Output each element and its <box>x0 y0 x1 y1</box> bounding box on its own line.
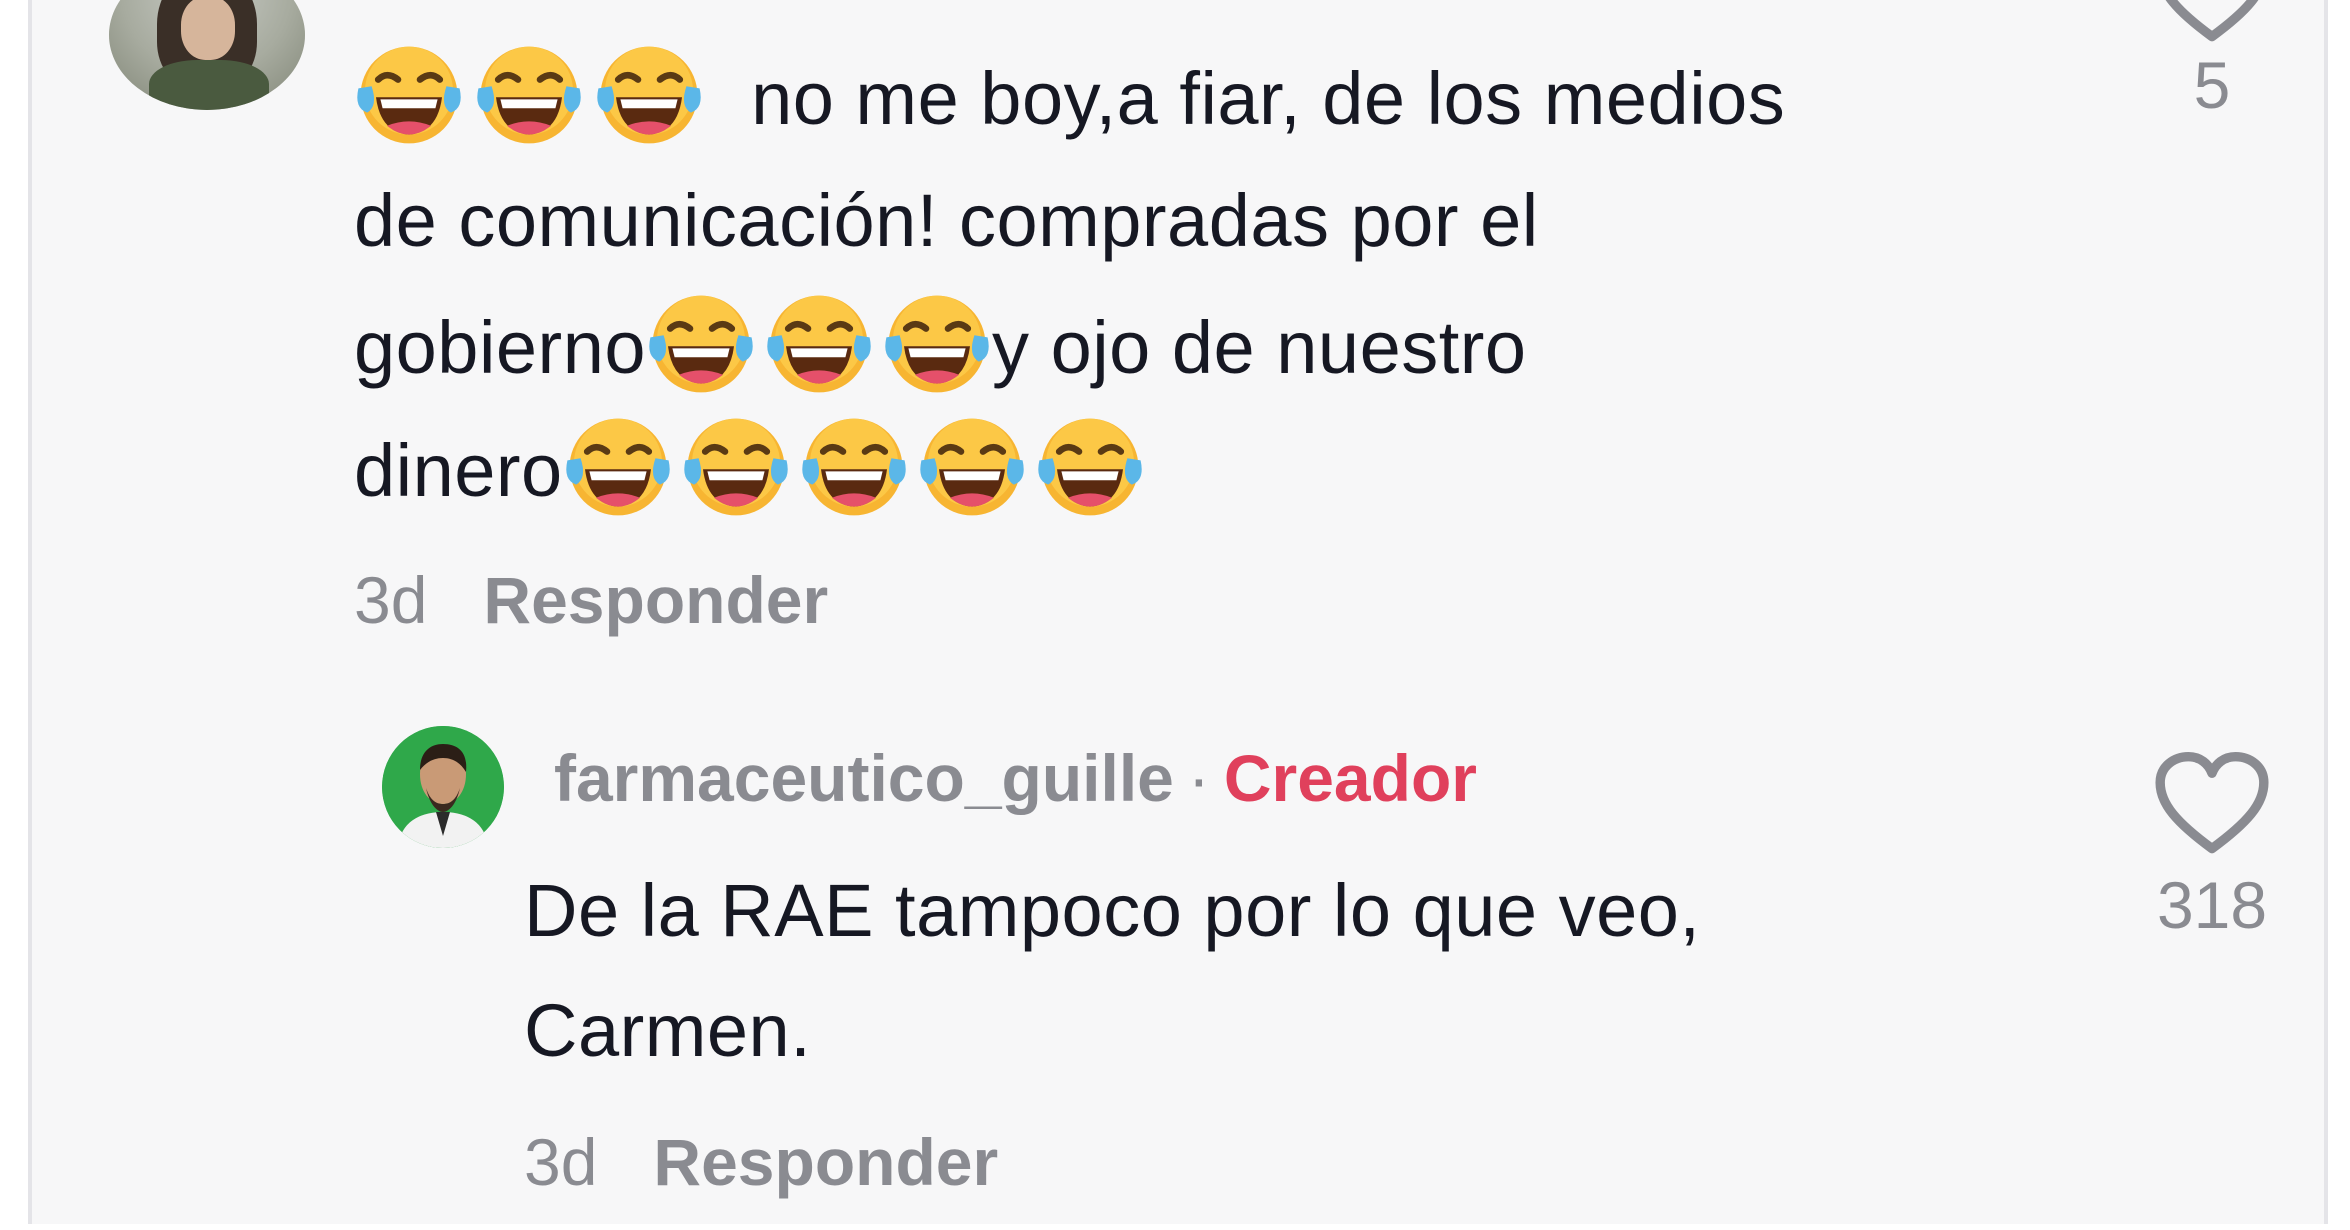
comment-line: dinero <box>354 408 1145 533</box>
face-with-tears-of-joy-icon <box>764 289 874 399</box>
comment-header: farmaceutico_guille · Creador <box>554 740 1477 816</box>
comment-line: no me boy,a fiar, de los medios <box>354 36 1785 161</box>
screenshot-frame: 5 no me boy,a fiar, de los medios de com… <box>0 0 2350 1230</box>
comment-text: dinero <box>354 429 563 512</box>
comment-text: gobierno <box>354 306 647 389</box>
comments-panel: 5 no me boy,a fiar, de los medios de com… <box>28 0 2328 1230</box>
heart-icon[interactable] <box>2153 752 2271 858</box>
comment-meta: 3d Responder <box>524 1124 998 1200</box>
like-count: 5 <box>2193 48 2231 122</box>
creator-badge: Creador <box>1223 741 1477 815</box>
face-with-tears-of-joy-icon <box>681 412 791 522</box>
comment-time: 3d <box>524 1125 598 1199</box>
face-with-tears-of-joy-icon <box>646 289 756 399</box>
reply-button[interactable]: Responder <box>653 1125 998 1199</box>
like-button[interactable]: 5 <box>2142 0 2282 123</box>
like-count: 318 <box>2156 868 2268 942</box>
separator: · <box>1187 741 1210 815</box>
bottom-edge <box>0 1224 2350 1230</box>
heart-icon[interactable] <box>2153 0 2271 46</box>
comment-text: de comunicación! compradas por el <box>354 179 1539 262</box>
face-with-tears-of-joy-icon <box>594 40 704 150</box>
avatar[interactable] <box>109 0 305 110</box>
comment-text: De la RAE tampoco por lo que veo, <box>524 869 1701 952</box>
face-with-tears-of-joy-icon <box>799 412 909 522</box>
comment-meta: 3d Responder <box>354 562 828 638</box>
face-with-tears-of-joy-icon <box>474 40 584 150</box>
profile-photo <box>382 726 504 848</box>
username[interactable]: farmaceutico_guille <box>554 741 1174 815</box>
comment-text: y ojo de nuestro <box>992 306 1527 389</box>
reply-button[interactable]: Responder <box>483 563 828 637</box>
comment-line: De la RAE tampoco por lo que veo, <box>524 848 1700 973</box>
comment-time: 3d <box>354 563 428 637</box>
comment-text: Carmen. <box>524 989 812 1072</box>
like-button[interactable]: 318 <box>2142 752 2282 943</box>
face-with-tears-of-joy-icon <box>917 412 1027 522</box>
comment-text: no me boy,a fiar, de los medios <box>751 57 1786 140</box>
comment-line: Carmen. <box>524 968 811 1093</box>
avatar[interactable] <box>382 726 504 848</box>
face-with-tears-of-joy-icon <box>1035 412 1145 522</box>
face-with-tears-of-joy-icon <box>882 289 992 399</box>
face-with-tears-of-joy-icon <box>354 40 464 150</box>
face-with-tears-of-joy-icon <box>563 412 673 522</box>
comment-line: gobierno y ojo de nuestro <box>354 285 1527 410</box>
comment-line: de comunicación! compradas por el <box>354 158 1539 283</box>
